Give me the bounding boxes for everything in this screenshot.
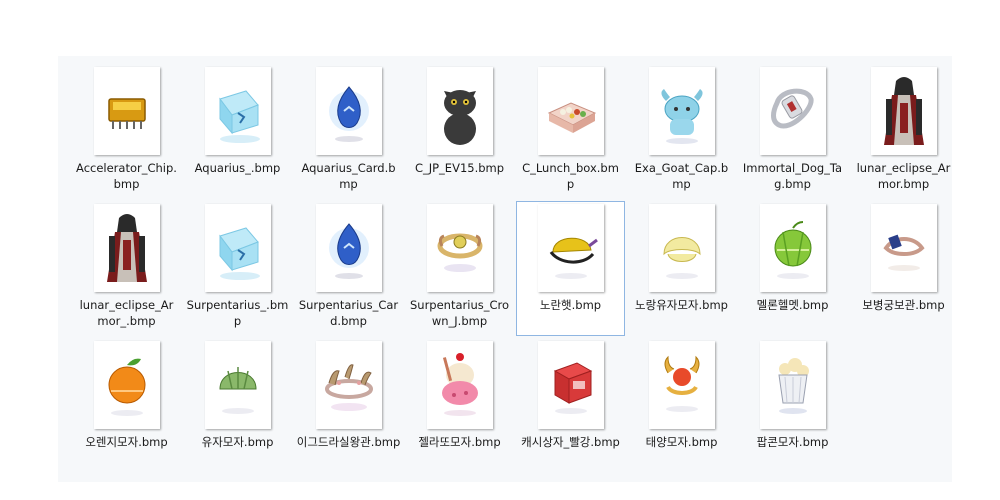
file-item[interactable]: 젤라또모자.bmp xyxy=(405,338,514,473)
file-item[interactable]: 노란햇.bmp xyxy=(516,201,625,336)
robe-armor-icon xyxy=(870,67,937,155)
orange-hat-icon xyxy=(93,341,160,429)
file-item[interactable]: 멜론헬멧.bmp xyxy=(738,201,847,336)
file-view-panel: Accelerator_Chip.bmp Aquarius_.bmp Aquar… xyxy=(58,56,952,482)
file-item[interactable]: 팝콘모자.bmp xyxy=(738,338,847,473)
file-name-label: 이그드라실왕관.bmp xyxy=(296,435,401,449)
blue-gem-icon xyxy=(315,204,382,292)
robe-armor-icon xyxy=(93,204,160,292)
file-name-label: 팝콘모자.bmp xyxy=(756,435,829,449)
file-name-label: lunar_eclipse_Armor_.bmp xyxy=(79,298,174,328)
file-item[interactable]: 노랑유자모자.bmp xyxy=(627,201,736,336)
file-name-label: 젤라또모자.bmp xyxy=(418,435,501,449)
file-item[interactable]: 이그드라실왕관.bmp xyxy=(294,338,403,473)
file-item[interactable]: 오렌지모자.bmp xyxy=(72,338,181,473)
file-name-label: Exa_Goat_Cap.bmp xyxy=(634,161,729,191)
melon-helmet-icon xyxy=(759,204,826,292)
gold-chip-icon xyxy=(93,67,160,155)
file-name-label: Aquarius_Card.bmp xyxy=(301,161,396,191)
black-cat-icon xyxy=(426,67,493,155)
file-name-label: 멜론헬멧.bmp xyxy=(756,298,829,312)
file-name-label: 오렌지모자.bmp xyxy=(85,435,168,449)
file-item[interactable]: 태양모자.bmp xyxy=(627,338,736,473)
file-item[interactable]: Surpentarius_Crown_J.bmp xyxy=(405,201,514,336)
circlet-icon xyxy=(870,204,937,292)
sun-hat-icon xyxy=(648,341,715,429)
lunch-box-icon xyxy=(537,67,604,155)
file-item[interactable]: C_Lunch_box.bmp xyxy=(516,64,625,199)
file-name-label: 노랑유자모자.bmp xyxy=(635,298,728,312)
blue-gem-icon xyxy=(315,67,382,155)
file-name-label: C_Lunch_box.bmp xyxy=(522,161,619,191)
leaf-crown-icon xyxy=(315,341,382,429)
gelato-hat-icon xyxy=(426,341,493,429)
crown-icon xyxy=(426,204,493,292)
file-name-label: Aquarius_.bmp xyxy=(194,161,281,175)
file-item[interactable]: Immortal_Dog_Tag.bmp xyxy=(738,64,847,199)
file-item[interactable]: C_JP_EV15.bmp xyxy=(405,64,514,199)
file-name-label: C_JP_EV15.bmp xyxy=(414,161,505,175)
file-name-label: 노란햇.bmp xyxy=(539,298,602,312)
file-name-label: 보병궁보관.bmp xyxy=(862,298,945,312)
file-item[interactable]: Surpentarius_.bmp xyxy=(183,201,292,336)
file-name-label: Immortal_Dog_Tag.bmp xyxy=(742,161,843,191)
file-name-label: 유자모자.bmp xyxy=(201,435,274,449)
popcorn-hat-icon xyxy=(759,341,826,429)
file-name-label: 캐시상자_빨강.bmp xyxy=(521,435,620,449)
file-name-label: Surpentarius_Card.bmp xyxy=(298,298,399,328)
green-cap-icon xyxy=(204,341,271,429)
file-item[interactable]: 캐시상자_빨강.bmp xyxy=(516,338,625,473)
goat-cap-icon xyxy=(648,67,715,155)
file-item[interactable]: 유자모자.bmp xyxy=(183,338,292,473)
file-name-label: Surpentarius_Crown_J.bmp xyxy=(409,298,510,328)
ice-cube-icon xyxy=(204,67,271,155)
file-item[interactable]: 보병궁보관.bmp xyxy=(849,201,958,336)
file-item[interactable]: Aquarius_Card.bmp xyxy=(294,64,403,199)
file-item[interactable]: Accelerator_Chip.bmp xyxy=(72,64,181,199)
ice-cube-icon xyxy=(204,204,271,292)
file-item[interactable]: lunar_eclipse_Armor_.bmp xyxy=(72,201,181,336)
dog-tag-icon xyxy=(759,67,826,155)
red-box-icon xyxy=(537,341,604,429)
file-name-label: Surpentarius_.bmp xyxy=(186,298,289,328)
yellow-hat-icon xyxy=(537,204,604,292)
file-name-label: lunar_eclipse_Armor.bmp xyxy=(856,161,951,191)
file-item[interactable]: Aquarius_.bmp xyxy=(183,64,292,199)
yellow-cap-icon xyxy=(648,204,715,292)
file-item[interactable]: Surpentarius_Card.bmp xyxy=(294,201,403,336)
file-name-label: 태양모자.bmp xyxy=(645,435,718,449)
file-item[interactable]: lunar_eclipse_Armor.bmp xyxy=(849,64,958,199)
file-name-label: Accelerator_Chip.bmp xyxy=(76,161,177,191)
file-grid: Accelerator_Chip.bmp Aquarius_.bmp Aquar… xyxy=(72,64,960,475)
file-item[interactable]: Exa_Goat_Cap.bmp xyxy=(627,64,736,199)
